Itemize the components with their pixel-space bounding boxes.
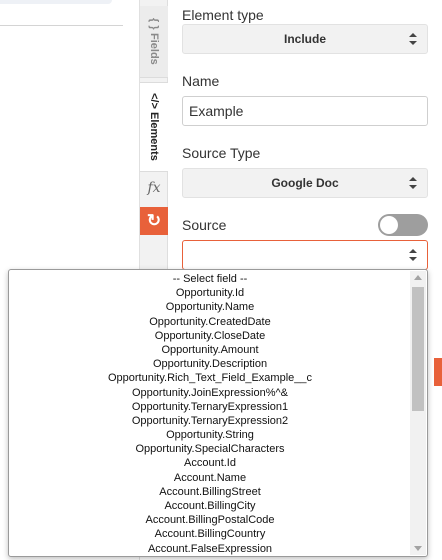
source-field-dropdown[interactable]: -- Select field -- Opportunity.Id Opportun…: [8, 269, 428, 557]
dropdown-option[interactable]: Opportunity.String: [9, 428, 411, 442]
dropdown-option[interactable]: Opportunity.Amount: [9, 343, 411, 357]
dropdown-option[interactable]: Account.Name: [9, 471, 411, 485]
select-arrows-icon: [409, 177, 417, 189]
dropdown-option[interactable]: Opportunity.CreatedDate: [9, 315, 411, 329]
accent-edge: [434, 358, 442, 386]
dropdown-option[interactable]: Opportunity.Rich_Text_Field_Example__c: [9, 371, 411, 385]
name-input[interactable]: Example: [182, 96, 428, 126]
scroll-up-arrow-icon[interactable]: [414, 275, 422, 280]
toggle-knob: [380, 216, 398, 234]
code-icon: </>: [148, 92, 160, 109]
element-type-value: Include: [283, 32, 326, 46]
dropdown-option[interactable]: Opportunity.JoinExpression%^&: [9, 386, 411, 400]
braces-icon: { }: [148, 17, 160, 30]
name-label: Name: [182, 73, 220, 89]
select-arrows-icon: [409, 33, 417, 45]
formula-icon[interactable]: fx: [140, 174, 168, 202]
side-tab-rail: { } Fields </> Elements fx ↻: [140, 0, 168, 270]
source-type-value: Google Doc: [271, 176, 339, 190]
element-type-select[interactable]: Include: [182, 24, 428, 54]
dropdown-option[interactable]: Account.FalseExpression: [9, 542, 411, 556]
dropdown-option[interactable]: Account.BillingStreet: [9, 485, 411, 499]
refresh-icon: ↻: [146, 211, 162, 230]
dropdown-option[interactable]: Opportunity.CloseDate: [9, 329, 411, 343]
tab-elements-label: Elements: [148, 112, 160, 162]
scrollbar-thumb[interactable]: [412, 287, 424, 411]
element-type-label: Element type: [182, 7, 264, 23]
canvas-divider: [0, 25, 123, 26]
source-select[interactable]: [182, 240, 428, 270]
dropdown-scrollbar[interactable]: [410, 271, 426, 555]
dropdown-option[interactable]: Opportunity.Id: [9, 286, 411, 300]
source-label: Source: [182, 217, 227, 233]
dropdown-options: -- Select field -- Opportunity.Id Opportun…: [9, 270, 411, 556]
scroll-down-arrow-icon[interactable]: [414, 546, 422, 551]
dropdown-option[interactable]: Account.BillingCountry: [9, 527, 411, 541]
dropdown-option[interactable]: Opportunity.TernaryExpression1: [9, 400, 411, 414]
dropdown-option[interactable]: Account.BillingPostalCode: [9, 513, 411, 527]
dropdown-option[interactable]: Account.Id: [9, 456, 411, 470]
dropdown-option[interactable]: Account.BillingCity: [9, 499, 411, 513]
dropdown-option[interactable]: Opportunity.TernaryExpression2: [9, 414, 411, 428]
dropdown-option[interactable]: Opportunity.SpecialCharacters: [9, 442, 411, 456]
canvas-top-element: [0, 0, 112, 4]
tab-fields[interactable]: { } Fields: [140, 6, 168, 78]
dropdown-option[interactable]: Opportunity.Description: [9, 357, 411, 371]
source-type-select[interactable]: Google Doc: [182, 168, 428, 198]
dropdown-option[interactable]: -- Select field --: [9, 272, 411, 286]
source-type-label: Source Type: [182, 145, 261, 161]
source-toggle[interactable]: [378, 214, 428, 236]
properties-panel: Element type Include Name Example Source…: [169, 0, 442, 270]
select-arrows-icon: [409, 249, 417, 261]
refresh-button[interactable]: ↻: [140, 207, 168, 235]
tab-fields-label: Fields: [148, 33, 160, 66]
formula-icon-glyph: fx: [147, 180, 161, 196]
tab-elements[interactable]: </> Elements: [140, 82, 168, 172]
dropdown-option[interactable]: Opportunity.Name: [9, 300, 411, 314]
